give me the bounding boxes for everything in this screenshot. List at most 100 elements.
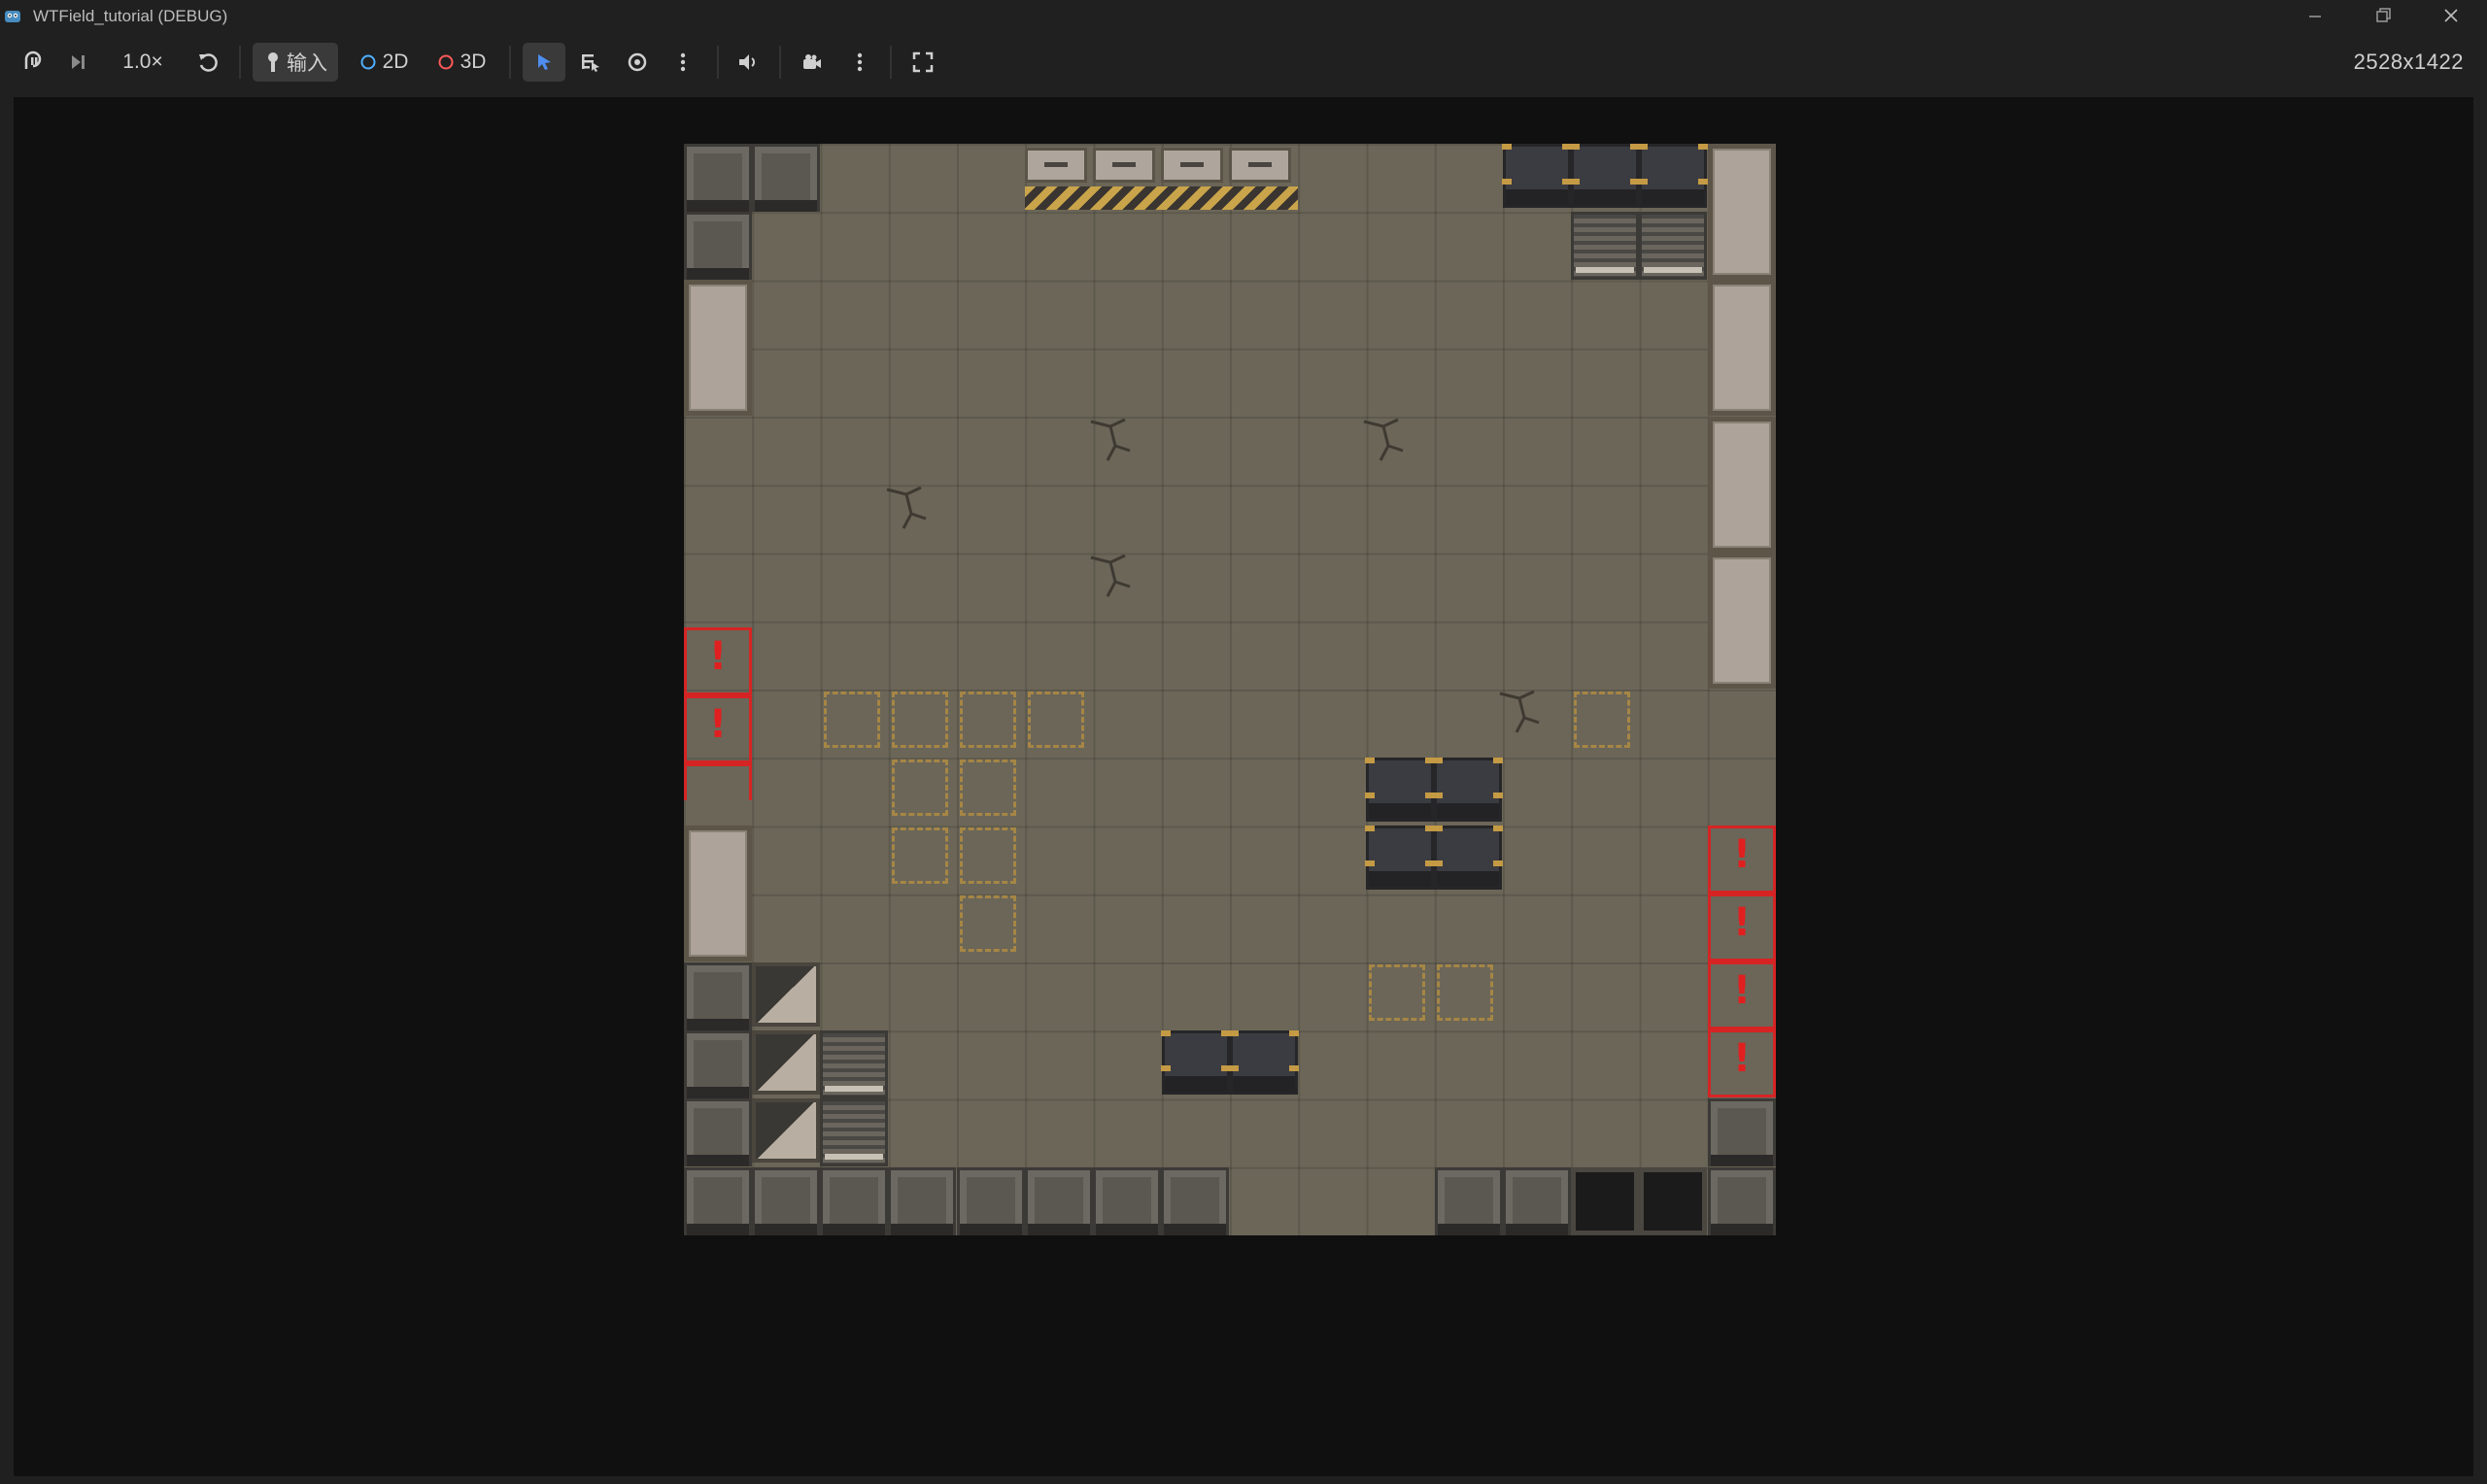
camera-options-button[interactable] [845,43,874,82]
close-icon [2444,9,2458,22]
godot-icon [5,11,20,22]
danger-tile: ! [1708,1029,1776,1097]
restore-button[interactable] [2349,0,2417,32]
target-marker [1369,964,1425,1021]
separator [717,46,719,79]
wall-block [1025,1167,1093,1235]
wall-block [1708,1167,1776,1235]
next-frame-button[interactable] [60,43,95,82]
debug-toolbar: 1.0× 输入 2D 3D 2528x1422 [0,32,2487,93]
pillar [1708,280,1776,416]
danger-tile: ! [684,627,752,695]
wall-block [820,1167,888,1235]
game-map[interactable]: ! ! ! ! ! ! [684,144,1776,1235]
separator [890,46,892,79]
wall-block [1161,1167,1229,1235]
target-marker [892,691,948,748]
target-marker [960,827,1016,884]
supply-panel [1093,148,1155,183]
options-menu-button[interactable] [668,43,698,82]
pillar [1708,553,1776,689]
reset-speed-button[interactable] [190,43,225,82]
visibility-button[interactable] [620,43,655,82]
target-marker [892,827,948,884]
target-marker [960,759,1016,816]
danger-tile: ! [1708,961,1776,1029]
danger-zone-edge [684,763,752,800]
wall-block [684,212,752,280]
suspend-button[interactable] [16,43,51,82]
fullscreen-button[interactable] [905,43,940,82]
pillar [1708,417,1776,553]
camera-icon [803,54,821,69]
floor-crack [1086,548,1144,606]
floor-crack [1495,684,1553,742]
speaker-icon [739,54,755,70]
pit-hole [1639,1167,1707,1235]
wall-block [684,1030,752,1098]
kebab-menu-icon [857,52,863,72]
input-label: 输入 [287,52,327,75]
speed-selector[interactable]: 1.0× [109,43,177,82]
kebab-menu-icon [680,52,686,72]
ramp-tile [752,1030,820,1095]
title-bar: WTField_tutorial (DEBUG) [0,0,2487,32]
mute-button[interactable] [731,43,766,82]
hazard-strip [1025,186,1298,210]
input-toggle-button[interactable]: 输入 [253,43,338,82]
vent-machine [820,1098,888,1166]
vent-machine [820,1030,888,1098]
wall-block [1093,1167,1161,1235]
supply-panel [1025,148,1087,183]
vent-machine [1639,212,1707,280]
pit-hole [1571,1167,1639,1235]
danger-tile: ! [684,695,752,763]
window-bottom-border [0,1476,2487,1484]
mode-3d-button[interactable]: 3D [429,43,494,82]
wall-block [684,1098,752,1166]
cursor-arrow-icon [538,54,551,70]
separator [509,46,511,79]
suspend-icon [24,51,42,69]
list-select-button[interactable] [573,43,608,82]
eye-icon [628,52,647,72]
select-tool-button[interactable] [523,43,565,82]
wall-block [957,1167,1025,1235]
mode-2d-button[interactable]: 2D [352,43,416,82]
wall-block [888,1167,956,1235]
target-marker [892,759,948,816]
wall-block [1435,1167,1503,1235]
target-marker [1437,964,1493,1021]
wall-block [684,962,752,1030]
pillar [1708,144,1776,280]
mode-3d-label: 3D [460,51,487,73]
wall-block [1503,1167,1571,1235]
floor-crack [1359,412,1417,470]
circle-2d-icon [360,54,376,70]
floor-crack [1086,412,1144,470]
next-frame-icon [72,55,85,69]
separator [779,46,781,79]
target-marker [824,691,880,748]
wall-block [1708,1098,1776,1166]
separator [239,46,241,79]
supply-panel [1229,148,1291,183]
target-marker [1574,691,1630,748]
pillar [684,280,752,416]
crate [1433,758,1503,822]
minimize-button[interactable] [2281,0,2349,32]
vent-machine [1571,212,1639,280]
floor-crack [882,480,940,538]
close-button[interactable] [2417,0,2485,32]
target-marker [960,895,1016,952]
resolution-label: 2528x1422 [2353,50,2464,74]
crate [1229,1030,1299,1095]
camera-override-button[interactable] [795,43,830,82]
reset-icon [199,53,218,72]
wall-block [684,144,752,212]
ramp-tile [752,1098,820,1163]
window-title: WTField_tutorial (DEBUG) [33,7,228,25]
wall-block [684,1167,752,1235]
target-marker [960,691,1016,748]
danger-tile: ! [1708,826,1776,894]
